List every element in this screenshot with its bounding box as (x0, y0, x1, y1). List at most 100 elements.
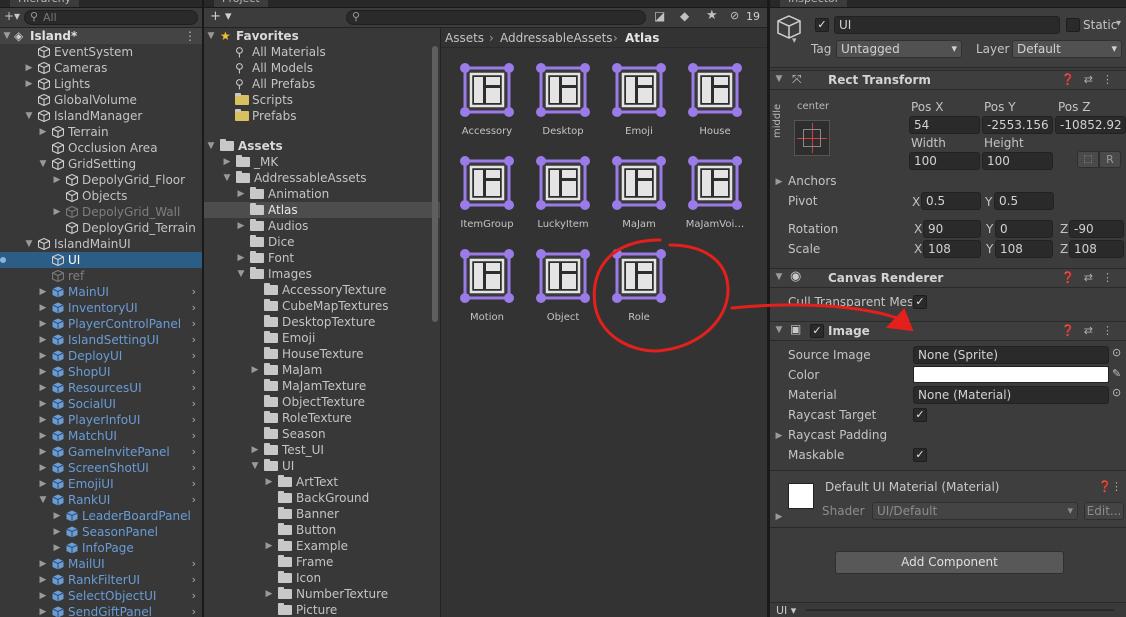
project-folder-item[interactable]: DesktopTexture (204, 314, 440, 330)
expand-arrow[interactable]: ▶ (38, 412, 48, 428)
hierarchy-item[interactable]: ▶ SocialUI › (0, 396, 202, 412)
expand-arrow[interactable]: ▶ (236, 218, 246, 234)
project-folder-item[interactable]: ▶ Test_UI (204, 442, 440, 458)
sprite-atlas-asset[interactable]: Role (601, 248, 677, 338)
hierarchy-item[interactable]: ▶ Cameras (0, 60, 202, 76)
hierarchy-item[interactable]: ref (0, 268, 202, 284)
hierarchy-item[interactable]: ▶ PlayerControlPanel › (0, 316, 202, 332)
menu-icon[interactable]: ⋮ (1111, 480, 1122, 493)
image-component-header[interactable]: ▼ ▣ ✓ Image ❓⇄⋮ (770, 321, 1126, 341)
expand-arrow[interactable]: ▶ (264, 538, 274, 554)
project-folder-item[interactable]: Frame (204, 554, 440, 570)
prefab-open-chevron-icon[interactable]: › (192, 572, 196, 588)
hierarchy-item[interactable]: ▶ InventoryUI › (0, 300, 202, 316)
rotation-y-field[interactable]: 0 (995, 220, 1053, 238)
expand-arrow[interactable]: ▶ (250, 442, 260, 458)
project-folder-item[interactable]: Dice (204, 234, 440, 250)
favorite-item[interactable]: Prefabs (204, 108, 440, 124)
eyedropper-icon[interactable]: ✎ (1112, 367, 1121, 380)
project-folder-item[interactable]: CubeMapTextures (204, 298, 440, 314)
project-folder-item[interactable]: ▼ UI (204, 458, 440, 474)
hierarchy-item[interactable]: ▼ IslandMainUI (0, 236, 202, 252)
project-folder-item[interactable]: Picture (204, 602, 440, 617)
component-header-icons[interactable]: ❓⇄⋮ (1061, 324, 1122, 337)
hierarchy-item[interactable]: DeployGrid_Terrain (0, 220, 202, 236)
hierarchy-item[interactable]: ▼ IslandManager (0, 108, 202, 124)
sprite-atlas-asset[interactable]: Motion (449, 248, 525, 338)
hierarchy-add-button[interactable]: +▾ (4, 9, 20, 23)
expand-arrow[interactable]: ▶ (38, 396, 48, 412)
prefab-open-chevron-icon[interactable]: › (192, 364, 196, 380)
collapse-arrow[interactable]: ▼ (774, 272, 784, 282)
object-picker-icon[interactable]: ⊙ (1112, 346, 1121, 359)
shader-dropdown[interactable]: UI/Default (872, 502, 1078, 520)
prefab-open-chevron-icon[interactable]: › (192, 588, 196, 604)
image-enabled-checkbox[interactable]: ✓ (810, 324, 824, 338)
prefab-open-chevron-icon[interactable]: › (192, 332, 196, 348)
expand-arrow[interactable]: ▶ (38, 284, 48, 300)
favorite-item[interactable]: ⚲ All Prefabs (204, 76, 440, 92)
expand-arrow[interactable]: ▼ (24, 236, 34, 252)
pos-z-field[interactable]: -10852.92 (1055, 116, 1126, 134)
anchors-label[interactable]: Anchors (788, 174, 837, 188)
raycast-target-checkbox[interactable]: ✓ (913, 408, 927, 422)
hierarchy-item[interactable]: ▶ MainUI › (0, 284, 202, 300)
material-expand-arrow[interactable]: ▶ (774, 511, 784, 523)
scale-y-field[interactable]: 108 (995, 240, 1053, 258)
prefab-open-chevron-icon[interactable]: › (192, 476, 196, 492)
expand-arrow[interactable]: ▶ (38, 604, 48, 617)
hierarchy-item[interactable]: ▶ GameInvitePanel › (0, 444, 202, 460)
prefab-open-chevron-icon[interactable]: › (192, 604, 196, 617)
hierarchy-item[interactable]: ▼ RankUI › (0, 492, 202, 508)
scale-z-field[interactable]: 108 (1069, 240, 1124, 258)
source-image-field[interactable]: None (Sprite) (913, 346, 1109, 364)
expand-arrow[interactable]: ▶ (52, 524, 62, 540)
pivot-x-field[interactable]: 0.5 (921, 192, 981, 210)
hierarchy-item[interactable]: Objects (0, 188, 202, 204)
expand-arrow[interactable]: ▶ (38, 332, 48, 348)
hierarchy-item[interactable]: ▶ DeployUI › (0, 348, 202, 364)
hierarchy-item[interactable]: ▶ LeaderBoardPanel (0, 508, 202, 524)
help-icon[interactable]: ❓ (1098, 480, 1112, 493)
blueprint-mode-button[interactable]: ⬚ (1077, 151, 1099, 168)
tag-dropdown[interactable]: Untagged (836, 40, 962, 58)
assets-header[interactable]: ▼ Assets (204, 138, 440, 154)
rect-transform-header[interactable]: ▼ ⤧ Rect Transform ❓⇄⋮ (770, 70, 1126, 90)
project-folder-item[interactable]: ▶ ArtText (204, 474, 440, 490)
hierarchy-item[interactable]: ▶ ShopUI › (0, 364, 202, 380)
assets-expand-arrow[interactable]: ▼ (206, 138, 216, 154)
anchor-preset-button[interactable] (794, 120, 830, 156)
favorite-item[interactable]: ⚲ All Materials (204, 44, 440, 60)
project-search-input[interactable]: ⚲ (346, 10, 646, 25)
favorites-expand-arrow[interactable]: ▼ (206, 28, 216, 44)
sprite-atlas-asset[interactable]: ItemGroup (449, 155, 525, 245)
height-field[interactable]: 100 (982, 152, 1053, 170)
project-folder-item[interactable]: ▶ Audios (204, 218, 440, 234)
sprite-atlas-asset[interactable]: Object (525, 248, 601, 338)
cull-transparent-checkbox[interactable]: ✓ (913, 295, 927, 309)
expand-arrow[interactable]: ▶ (236, 186, 246, 202)
project-folder-item[interactable]: ▶ Example (204, 538, 440, 554)
hierarchy-item[interactable]: Occlusion Area (0, 140, 202, 156)
project-folder-item[interactable]: MaJamTexture (204, 378, 440, 394)
static-dropdown-arrow[interactable]: ▾ (1116, 18, 1121, 29)
raycast-padding-arrow[interactable]: ▶ (774, 430, 784, 442)
project-folder-item[interactable]: RoleTexture (204, 410, 440, 426)
hierarchy-item[interactable]: UI (0, 252, 202, 268)
hierarchy-item[interactable]: ▶ DepolyGrid_Wall (0, 204, 202, 220)
scene-menu-icon[interactable]: ⋮ (184, 28, 196, 44)
hierarchy-tab[interactable]: Hierarchy (10, 0, 80, 7)
expand-arrow[interactable]: ▶ (264, 474, 274, 490)
layer-dropdown[interactable]: Default (1012, 40, 1122, 58)
expand-arrow[interactable]: ▶ (38, 364, 48, 380)
expand-arrow[interactable]: ▶ (38, 380, 48, 396)
project-folder-item[interactable]: ObjectTexture (204, 394, 440, 410)
add-component-button[interactable]: Add Component (835, 551, 1064, 574)
expand-arrow[interactable]: ▶ (38, 444, 48, 460)
project-tree-scrollbar[interactable] (432, 46, 438, 322)
hierarchy-search-input[interactable]: ⚲ All (24, 10, 198, 25)
color-swatch[interactable] (913, 366, 1109, 383)
hierarchy-item[interactable]: ▶ InfoPage (0, 540, 202, 556)
project-folder-item[interactable]: ▶ Font (204, 250, 440, 266)
expand-arrow[interactable]: ▶ (52, 204, 62, 220)
